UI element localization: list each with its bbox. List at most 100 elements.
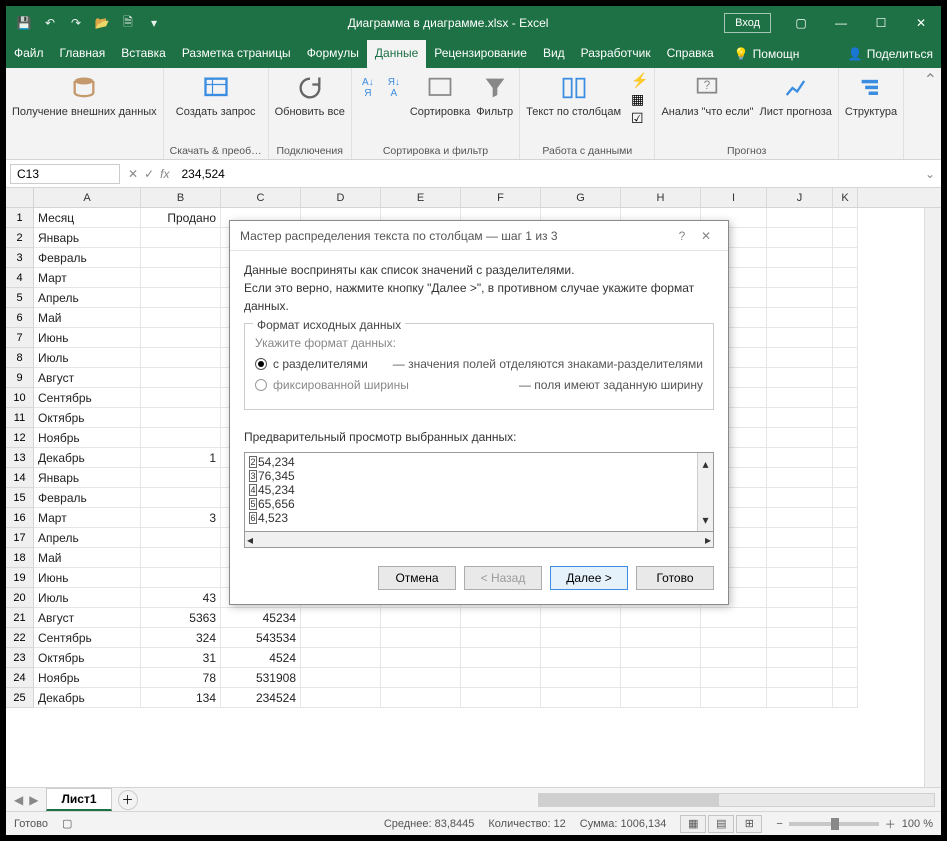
cell[interactable]: Октябрь <box>34 408 141 428</box>
share-button[interactable]: 👤Поделиться <box>840 40 941 68</box>
macro-record-icon[interactable]: ▢ <box>62 817 72 830</box>
table-row[interactable]: 22Сентябрь324543534 <box>6 628 941 648</box>
row-header[interactable]: 12 <box>6 428 34 448</box>
undo-icon[interactable]: ↶ <box>42 15 58 31</box>
col-header[interactable]: C <box>221 188 301 208</box>
col-header[interactable]: D <box>301 188 381 208</box>
cell[interactable] <box>621 688 701 708</box>
tab-insert[interactable]: Вставка <box>113 40 174 68</box>
scroll-left-icon[interactable]: ◂ <box>247 531 253 549</box>
cell[interactable]: Ноябрь <box>34 668 141 688</box>
cell[interactable] <box>141 248 221 268</box>
ribbon-display-icon[interactable]: ▢ <box>781 8 821 38</box>
tab-data[interactable]: Данные <box>367 40 426 68</box>
cell[interactable] <box>833 548 858 568</box>
vertical-scrollbar[interactable] <box>924 208 941 787</box>
close-icon[interactable]: ✕ <box>901 8 941 38</box>
tab-page-layout[interactable]: Разметка страницы <box>174 40 299 68</box>
finish-button[interactable]: Готово <box>636 566 714 590</box>
col-header[interactable]: A <box>34 188 141 208</box>
cell[interactable] <box>833 488 858 508</box>
cell[interactable] <box>833 288 858 308</box>
cell[interactable] <box>833 628 858 648</box>
cell[interactable] <box>833 568 858 588</box>
col-header[interactable]: G <box>541 188 621 208</box>
formula-input[interactable]: 234,524 <box>175 165 918 183</box>
redo-icon[interactable]: ↷ <box>68 15 84 31</box>
row-header[interactable]: 6 <box>6 308 34 328</box>
cell[interactable] <box>833 688 858 708</box>
cell[interactable] <box>833 608 858 628</box>
cell[interactable] <box>833 468 858 488</box>
remove-duplicates-icon[interactable]: ▦ <box>631 91 648 108</box>
row-header[interactable]: 2 <box>6 228 34 248</box>
cell[interactable] <box>767 608 833 628</box>
col-header[interactable]: E <box>381 188 461 208</box>
cell[interactable] <box>381 668 461 688</box>
cell[interactable]: Январь <box>34 228 141 248</box>
sort-button[interactable]: Сортировка <box>410 72 470 118</box>
cell[interactable]: 5363 <box>141 608 221 628</box>
cell[interactable] <box>767 668 833 688</box>
cell[interactable]: 234524 <box>221 688 301 708</box>
col-header[interactable]: F <box>461 188 541 208</box>
accept-formula-icon[interactable]: ✓ <box>144 167 154 181</box>
row-header[interactable]: 8 <box>6 348 34 368</box>
cell[interactable] <box>381 608 461 628</box>
row-header[interactable]: 21 <box>6 608 34 628</box>
cell[interactable]: Август <box>34 368 141 388</box>
cell[interactable]: Июнь <box>34 568 141 588</box>
cell[interactable] <box>833 228 858 248</box>
tab-formulas[interactable]: Формулы <box>299 40 367 68</box>
text-to-columns-button[interactable]: Текст по столбцам <box>526 72 621 118</box>
cell[interactable] <box>833 448 858 468</box>
view-page-layout-icon[interactable]: ▤ <box>708 815 734 833</box>
cell[interactable] <box>141 348 221 368</box>
cell[interactable] <box>141 488 221 508</box>
cell[interactable]: Октябрь <box>34 648 141 668</box>
sort-za-button[interactable]: Я↓A <box>384 72 404 104</box>
column-headers[interactable]: A B C D E F G H I J K <box>6 188 941 208</box>
cell[interactable] <box>141 388 221 408</box>
tab-scroll-left-icon[interactable]: ◀ <box>14 793 23 807</box>
cell[interactable] <box>833 368 858 388</box>
row-header[interactable]: 5 <box>6 288 34 308</box>
view-normal-icon[interactable]: ▦ <box>680 815 706 833</box>
cell[interactable]: Ноябрь <box>34 428 141 448</box>
cell[interactable] <box>621 628 701 648</box>
cell[interactable]: Продано <box>141 208 221 228</box>
sign-in-button[interactable]: Вход <box>724 13 771 33</box>
table-row[interactable]: 24Ноябрь78531908 <box>6 668 941 688</box>
radio-fixed-width-label[interactable]: фиксированной ширины <box>273 376 409 394</box>
cell[interactable] <box>141 548 221 568</box>
tab-help[interactable]: Справка <box>659 40 722 68</box>
cell[interactable] <box>381 648 461 668</box>
cell[interactable] <box>541 668 621 688</box>
cell[interactable] <box>461 688 541 708</box>
cell[interactable] <box>833 588 858 608</box>
tab-file[interactable]: Файл <box>6 40 52 68</box>
cell[interactable] <box>141 408 221 428</box>
tell-me[interactable]: 💡Помощн <box>726 40 808 68</box>
col-header[interactable]: J <box>767 188 833 208</box>
cell[interactable]: Июнь <box>34 328 141 348</box>
maximize-icon[interactable]: ☐ <box>861 8 901 38</box>
cell[interactable] <box>833 208 858 228</box>
cell[interactable]: Сентябрь <box>34 388 141 408</box>
cell[interactable] <box>767 588 833 608</box>
cell[interactable] <box>621 608 701 628</box>
what-if-button[interactable]: ? Анализ "что если" <box>661 72 753 118</box>
next-button[interactable]: Далее > <box>550 566 628 590</box>
open-icon[interactable]: 📂 <box>94 15 110 31</box>
cell[interactable]: Апрель <box>34 288 141 308</box>
cell[interactable] <box>621 668 701 688</box>
cell[interactable] <box>141 468 221 488</box>
dialog-close-icon[interactable]: ✕ <box>694 229 718 243</box>
cell[interactable] <box>767 568 833 588</box>
cell[interactable] <box>833 648 858 668</box>
cell[interactable]: Август <box>34 608 141 628</box>
cell[interactable] <box>541 648 621 668</box>
radio-delimited[interactable] <box>255 358 267 370</box>
select-all-corner[interactable] <box>6 188 34 207</box>
name-box[interactable] <box>10 164 120 184</box>
